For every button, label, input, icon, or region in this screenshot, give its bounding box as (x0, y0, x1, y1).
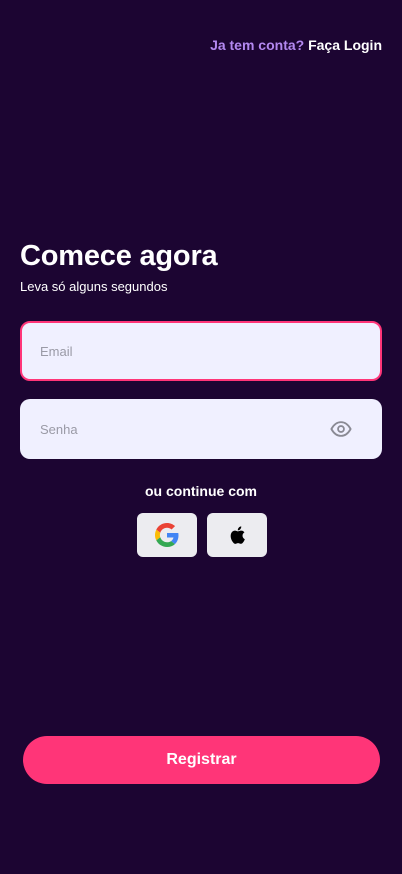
google-icon (155, 523, 179, 547)
apple-icon (230, 526, 245, 544)
email-field[interactable] (22, 323, 380, 379)
page-subtitle: Leva só alguns segundos (20, 279, 168, 294)
page-title: Comece agora (20, 240, 218, 272)
apple-login-button[interactable] (207, 513, 267, 557)
register-button[interactable]: Registrar (23, 736, 380, 784)
eye-icon[interactable] (330, 418, 352, 440)
password-field[interactable] (20, 399, 382, 459)
google-login-button[interactable] (137, 513, 197, 557)
social-divider-label: ou continue com (145, 483, 257, 499)
email-field-container (20, 321, 382, 381)
login-question: Ja tem conta? (210, 37, 305, 53)
password-field-container (20, 399, 382, 459)
login-prompt: Ja tem conta? Faça Login (210, 37, 382, 53)
login-link[interactable]: Faça Login (308, 37, 382, 53)
